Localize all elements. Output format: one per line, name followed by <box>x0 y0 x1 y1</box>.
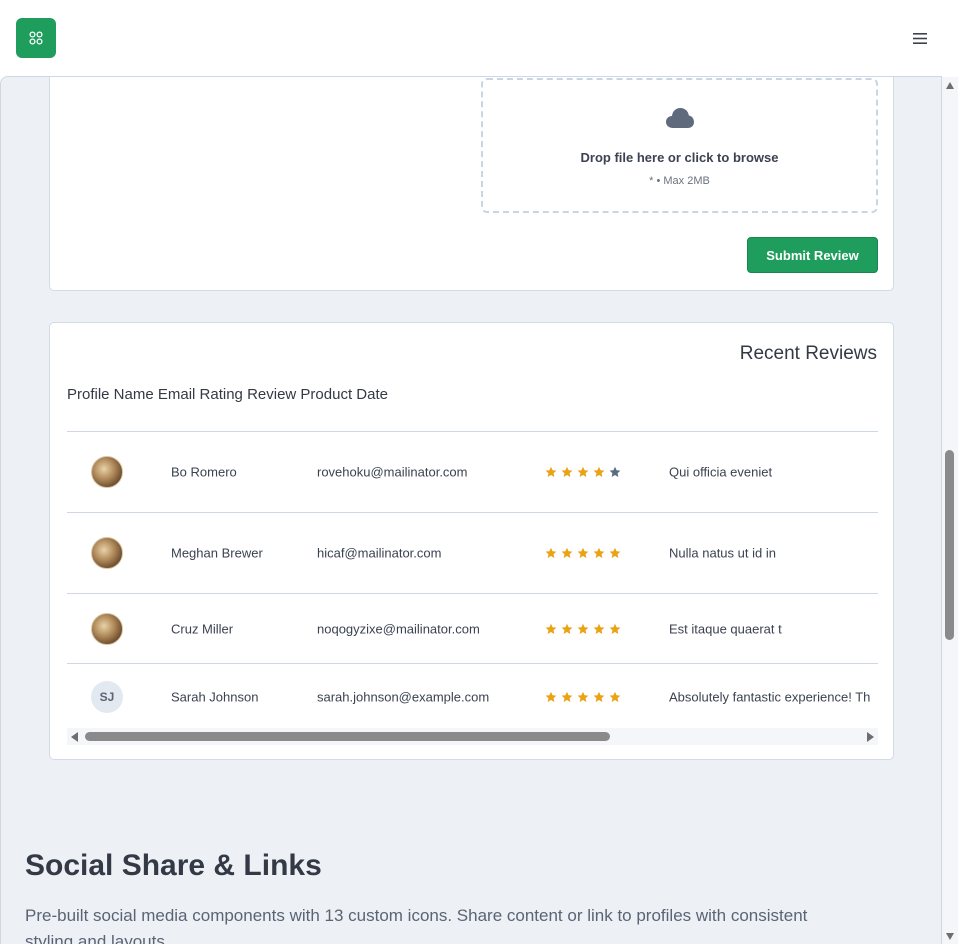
review-form-card: Drop file here or click to browse * • Ma… <box>49 77 894 291</box>
avatar: SJ <box>91 680 123 713</box>
star-icon <box>545 547 557 558</box>
star-icon <box>593 623 605 634</box>
reviewer-name: Sarah Johnson <box>171 689 259 704</box>
star-icon <box>577 466 589 477</box>
star-icon <box>609 623 621 634</box>
table-column-headers: Profile Name Email Rating Review Product… <box>67 386 388 403</box>
table-row: Bo Romero rovehoku@mailinator.com Qui of… <box>67 431 878 512</box>
scroll-up-arrow-icon[interactable] <box>946 82 954 89</box>
review-text: Absolutely fantastic experience! Th <box>669 689 871 704</box>
section-title: Social Share & Links <box>25 849 322 882</box>
dropzone-hint: * • Max 2MB <box>649 175 710 187</box>
star-icon <box>609 691 621 702</box>
scrollbar-thumb[interactable] <box>945 450 954 640</box>
app-logo[interactable] <box>16 18 56 58</box>
reviewer-email: sarah.johnson@example.com <box>317 689 490 704</box>
reviewer-name: Cruz Miller <box>171 621 234 636</box>
top-bar <box>0 0 958 77</box>
avatar <box>91 612 123 645</box>
star-icon <box>545 691 557 702</box>
star-icon <box>593 547 605 558</box>
submit-review-button[interactable]: Submit Review <box>747 237 878 273</box>
reviewer-email: noqogyzixe@mailinator.com <box>317 621 480 636</box>
star-icon <box>561 547 573 558</box>
menu-button[interactable] <box>904 15 936 61</box>
app-grid-icon <box>29 31 43 45</box>
review-text: Est itaque quaerat t <box>669 621 782 636</box>
recent-reviews-card: Recent Reviews Profile Name Email Rating… <box>49 322 894 760</box>
avatar <box>91 456 123 488</box>
rating-stars <box>545 623 621 635</box>
star-icon <box>577 623 589 634</box>
table-row: SJ Sarah Johnson sarah.johnson@example.c… <box>67 663 878 729</box>
star-icon <box>593 466 605 477</box>
table-row: Cruz Miller noqogyzixe@mailinator.com Es… <box>67 593 878 663</box>
reviewer-name: Meghan Brewer <box>171 545 263 561</box>
review-text: Qui officia eveniet <box>669 464 773 480</box>
star-icon <box>561 623 573 634</box>
hamburger-menu-icon <box>913 32 927 44</box>
star-icon <box>545 623 557 634</box>
star-icon <box>609 466 621 477</box>
dropzone-title: Drop file here or click to browse <box>580 150 779 165</box>
cloud-icon <box>666 108 694 128</box>
reviews-table[interactable]: Bo Romero rovehoku@mailinator.com Qui of… <box>67 431 878 756</box>
rating-stars <box>545 466 621 478</box>
rating-stars <box>545 547 621 559</box>
review-text: Nulla natus ut id in <box>669 545 776 561</box>
vertical-scrollbar[interactable] <box>942 77 958 944</box>
scrollbar-thumb[interactable] <box>85 732 610 741</box>
rating-stars <box>545 691 621 703</box>
recent-reviews-title: Recent Reviews <box>739 343 877 364</box>
scroll-right-arrow-icon[interactable] <box>867 732 874 742</box>
scroll-down-arrow-icon[interactable] <box>946 933 954 940</box>
table-row: Meghan Brewer hicaf@mailinator.com Nulla… <box>67 512 878 593</box>
section-description: Pre-built social media components with 1… <box>25 906 808 944</box>
avatar <box>91 537 123 569</box>
reviewer-name: Bo Romero <box>171 464 237 480</box>
star-icon <box>609 547 621 558</box>
horizontal-scrollbar[interactable] <box>67 728 878 745</box>
star-icon <box>577 547 589 558</box>
file-dropzone[interactable]: Drop file here or click to browse * • Ma… <box>481 78 878 213</box>
star-icon <box>561 691 573 702</box>
star-icon <box>561 466 573 477</box>
star-icon <box>545 466 557 477</box>
star-icon <box>593 691 605 702</box>
reviewer-email: hicaf@mailinator.com <box>317 545 442 561</box>
reviewer-email: rovehoku@mailinator.com <box>317 464 468 480</box>
star-icon <box>577 691 589 702</box>
main-content: Drop file here or click to browse * • Ma… <box>0 76 942 944</box>
scroll-left-arrow-icon[interactable] <box>71 732 78 742</box>
